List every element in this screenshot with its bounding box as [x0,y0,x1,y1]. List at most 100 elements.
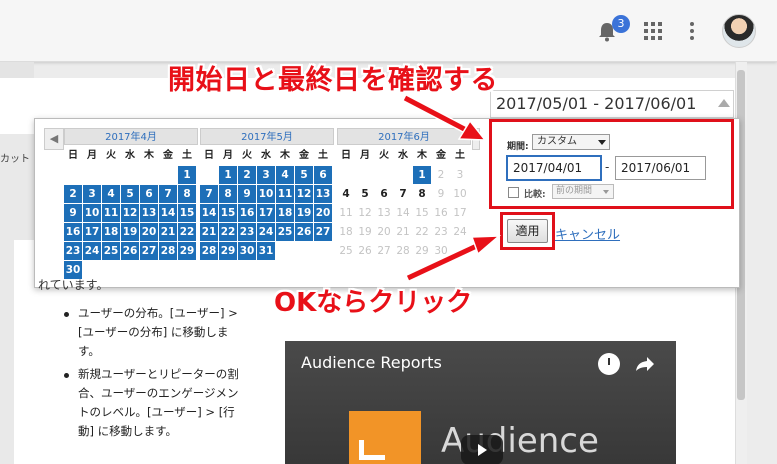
day-cell[interactable]: 3 [257,166,275,184]
day-cell[interactable]: 30 [432,242,450,260]
day-cell[interactable]: 28 [394,242,412,260]
day-cell[interactable]: 13 [375,204,393,222]
day-cell[interactable]: 24 [83,242,101,260]
day-cell[interactable]: 13 [140,204,158,222]
day-cell[interactable]: 7 [394,185,412,203]
day-cell[interactable]: 12 [295,185,313,203]
day-cell[interactable]: 11 [102,204,120,222]
day-cell[interactable]: 27 [314,223,332,241]
day-cell[interactable]: 23 [238,223,256,241]
day-cell[interactable]: 16 [238,204,256,222]
apply-button[interactable]: 適用 [507,219,548,243]
day-cell[interactable]: 29 [178,242,196,260]
day-cell[interactable]: 31 [257,242,275,260]
day-cell[interactable]: 26 [121,242,139,260]
day-cell[interactable]: 20 [140,223,158,241]
day-cell[interactable]: 2 [238,166,256,184]
day-cell[interactable]: 10 [257,185,275,203]
day-cell[interactable]: 11 [337,204,355,222]
day-cell[interactable]: 9 [64,204,82,222]
day-cell[interactable]: 2 [64,185,82,203]
day-cell[interactable]: 6 [314,166,332,184]
day-cell[interactable]: 14 [200,204,218,222]
day-cell[interactable]: 26 [356,242,374,260]
watch-later-icon[interactable] [598,353,620,375]
day-cell[interactable]: 18 [337,223,355,241]
more-options-icon[interactable] [690,22,695,40]
day-cell[interactable]: 25 [102,242,120,260]
day-cell[interactable]: 29 [413,242,431,260]
previous-month-icon[interactable]: ◀ [44,128,64,150]
day-cell[interactable]: 10 [451,185,469,203]
day-cell[interactable]: 4 [102,185,120,203]
day-cell[interactable]: 30 [238,242,256,260]
cancel-link[interactable]: キャンセル [555,224,620,243]
day-cell[interactable]: 9 [238,185,256,203]
day-cell[interactable]: 21 [394,223,412,241]
day-cell[interactable]: 7 [159,185,177,203]
day-cell[interactable]: 16 [432,204,450,222]
day-cell[interactable]: 5 [295,166,313,184]
day-cell[interactable]: 29 [219,242,237,260]
day-cell[interactable]: 13 [314,185,332,203]
day-cell[interactable]: 17 [257,204,275,222]
day-cell[interactable]: 24 [257,223,275,241]
day-cell[interactable]: 25 [337,242,355,260]
day-cell[interactable]: 19 [295,204,313,222]
day-cell[interactable]: 17 [83,223,101,241]
day-cell[interactable]: 14 [159,204,177,222]
day-cell[interactable]: 28 [159,242,177,260]
apps-grid-icon[interactable] [644,22,662,40]
day-cell[interactable]: 4 [337,185,355,203]
day-cell[interactable]: 1 [178,166,196,184]
day-cell[interactable]: 5 [121,185,139,203]
day-cell[interactable]: 11 [276,185,294,203]
day-cell[interactable]: 23 [64,242,82,260]
day-cell[interactable]: 8 [413,185,431,203]
day-cell[interactable]: 28 [200,242,218,260]
day-cell[interactable]: 25 [276,223,294,241]
user-avatar[interactable] [722,14,756,48]
day-cell[interactable]: 14 [394,204,412,222]
date-range-selector[interactable]: 2017/05/01 - 2017/06/01 [490,90,734,118]
day-cell[interactable]: 22 [178,223,196,241]
day-cell[interactable]: 26 [295,223,313,241]
day-cell[interactable]: 1 [219,166,237,184]
day-cell[interactable]: 10 [83,204,101,222]
day-cell[interactable]: 15 [178,204,196,222]
play-icon[interactable] [461,435,503,464]
day-cell[interactable]: 3 [83,185,101,203]
day-cell[interactable]: 23 [432,223,450,241]
day-cell[interactable]: 18 [102,223,120,241]
day-cell[interactable]: 5 [356,185,374,203]
day-cell[interactable]: 19 [121,223,139,241]
day-cell[interactable]: 1 [413,166,431,184]
day-cell[interactable]: 6 [140,185,158,203]
day-cell[interactable]: 22 [413,223,431,241]
day-cell[interactable]: 4 [276,166,294,184]
day-cell[interactable]: 9 [432,185,450,203]
share-icon[interactable] [635,356,655,372]
day-cell[interactable]: 12 [356,204,374,222]
day-cell[interactable]: 16 [64,223,82,241]
day-cell[interactable]: 15 [413,204,431,222]
day-cell[interactable]: 21 [200,223,218,241]
day-cell[interactable]: 3 [451,166,469,184]
day-cell[interactable]: 12 [121,204,139,222]
day-cell[interactable]: 27 [140,242,158,260]
video-title[interactable]: Audience Reports [301,353,442,372]
day-cell[interactable]: 20 [314,204,332,222]
day-cell[interactable]: 24 [451,223,469,241]
collapse-caret-icon[interactable] [718,99,730,107]
next-month-button[interactable] [472,128,480,150]
day-cell[interactable]: 7 [200,185,218,203]
day-cell[interactable]: 19 [356,223,374,241]
day-cell[interactable]: 2 [432,166,450,184]
day-cell[interactable]: 20 [375,223,393,241]
day-cell[interactable]: 27 [375,242,393,260]
day-cell[interactable]: 21 [159,223,177,241]
day-cell[interactable]: 22 [219,223,237,241]
day-cell[interactable]: 6 [375,185,393,203]
day-cell[interactable]: 8 [178,185,196,203]
day-cell[interactable]: 15 [219,204,237,222]
